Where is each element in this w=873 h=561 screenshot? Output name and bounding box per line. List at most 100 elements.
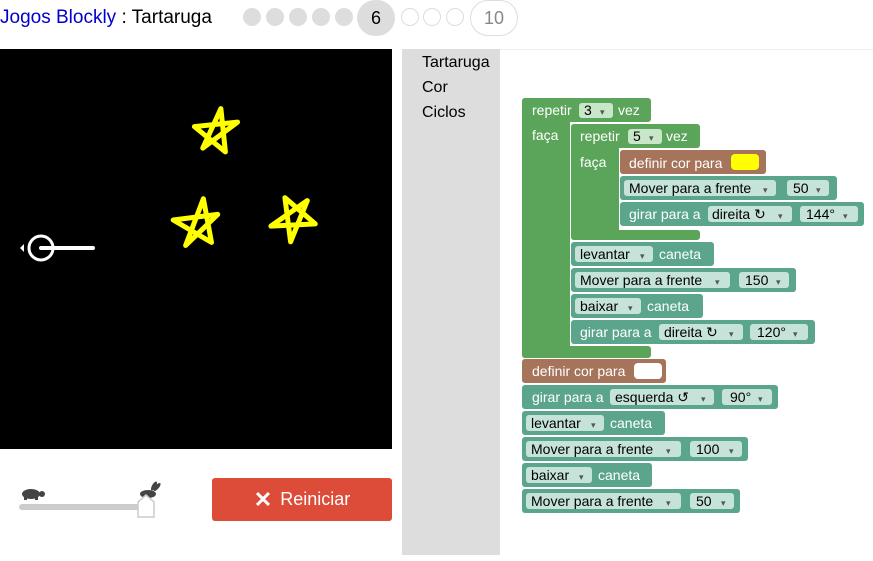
svg-text:▾: ▾ [640, 251, 645, 261]
inner-repeat-do: faça [580, 154, 607, 170]
svg-text:▾: ▾ [649, 133, 654, 143]
svg-text:▾: ▾ [776, 277, 781, 287]
move-distance: 50 [696, 493, 712, 509]
outer-repeat-times: vez [618, 102, 640, 118]
close-icon: ✕ [253, 486, 273, 512]
move-forward-block[interactable]: Mover para a frente ▾ 50 ▾ [522, 489, 740, 513]
set-color-block[interactable]: definir cor para [522, 359, 666, 383]
star-shape [191, 106, 241, 155]
svg-text:▾: ▾ [666, 498, 671, 508]
level-7-dot[interactable] [401, 8, 419, 26]
level-4-dot[interactable] [312, 8, 330, 26]
level-8-dot[interactable] [423, 8, 441, 26]
pen-up-block[interactable]: levantar ▾ caneta [522, 411, 665, 435]
svg-text:▾: ▾ [758, 394, 763, 404]
pen-up-suffix: caneta [659, 246, 701, 262]
turn-label: girar para a [580, 324, 652, 340]
turtle-canvas [0, 49, 392, 449]
svg-text:▾: ▾ [666, 446, 671, 456]
toolbox-category-turtle[interactable]: Tartaruga [422, 54, 490, 72]
speed-slider[interactable] [0, 449, 180, 529]
outer-repeat-do: faça [532, 127, 559, 143]
set-color-block[interactable]: definir cor para [620, 150, 766, 174]
pen-down-suffix: caneta [647, 298, 689, 314]
color-swatch-white[interactable] [634, 363, 662, 379]
svg-text:▾: ▾ [729, 446, 734, 456]
pen-down-block[interactable]: baixar ▾ caneta [522, 463, 652, 487]
level-last[interactable]: 10 [470, 0, 518, 36]
move-forward-block[interactable]: Mover para a frente ▾ 150 ▾ [571, 268, 796, 292]
svg-text:▾: ▾ [591, 420, 596, 430]
move-distance: 150 [745, 272, 769, 288]
level-3-dot[interactable] [289, 8, 307, 26]
svg-text:▾: ▾ [715, 277, 720, 287]
turn-angle: 120° [757, 324, 786, 340]
level-2-dot[interactable] [266, 8, 284, 26]
pen-up-suffix: caneta [610, 415, 652, 431]
svg-text:▾: ▾ [579, 472, 584, 482]
turn-angle: 90° [730, 389, 751, 405]
svg-text:▾: ▾ [763, 185, 768, 195]
outer-repeat-label: repetir [532, 102, 572, 118]
reset-button[interactable]: ✕ Reiniciar [212, 478, 392, 521]
move-forward-block[interactable]: Mover para a frente ▾ 50 ▾ [620, 176, 837, 200]
level-1-dot[interactable] [243, 8, 261, 26]
toolbox: Tartaruga Cor Ciclos [402, 49, 500, 555]
turn-direction: esquerda ↺ [615, 389, 689, 405]
pen-down-label: baixar [580, 298, 618, 314]
move-label: Mover para a frente [580, 272, 702, 288]
pen-down-block[interactable]: baixar ▾ caneta [571, 294, 703, 318]
svg-text:▾: ▾ [600, 107, 605, 117]
inner-repeat-times: vez [666, 128, 688, 144]
toolbox-category-loops[interactable]: Ciclos [422, 104, 466, 122]
set-color-label: definir cor para [532, 363, 626, 379]
level-9-dot[interactable] [446, 8, 464, 26]
move-forward-block[interactable]: Mover para a frente ▾ 100 ▾ [522, 437, 748, 461]
outer-repeat-count: 3 [584, 102, 592, 118]
page-title: Jogos Blockly : Tartaruga [0, 7, 212, 29]
move-label: Mover para a frente [531, 493, 653, 509]
inner-repeat-label: repetir [580, 128, 620, 144]
header: Jogos Blockly : Tartaruga 6 10 [0, 0, 873, 38]
pen-up-label: levantar [531, 415, 581, 431]
svg-text:▾: ▾ [778, 211, 783, 221]
svg-text:▾: ▾ [729, 329, 734, 339]
turn-block[interactable]: girar para a direita ↻ ▾ 144° ▾ [620, 202, 864, 226]
toolbox-category-color[interactable]: Cor [422, 79, 448, 97]
turn-direction: direita ↻ [664, 324, 718, 340]
color-swatch-yellow[interactable] [731, 154, 759, 170]
reset-label: Reiniciar [280, 489, 351, 509]
svg-text:▾: ▾ [628, 303, 633, 313]
turtle-icon [20, 234, 95, 262]
svg-text:▾: ▾ [793, 329, 798, 339]
slider-handle [137, 494, 155, 518]
star-shape [268, 195, 318, 245]
app-link[interactable]: Jogos Blockly [0, 7, 116, 28]
turn-block[interactable]: girar para a esquerda ↺ ▾ 90° ▾ [522, 385, 778, 409]
move-distance: 100 [696, 441, 720, 457]
pen-up-block[interactable]: levantar ▾ caneta [571, 242, 714, 266]
slow-turtle-icon [22, 489, 45, 500]
pen-down-label: baixar [531, 467, 569, 483]
turn-block[interactable]: girar para a direita ↻ ▾ 120° ▾ [571, 320, 815, 344]
svg-text:▾: ▾ [816, 185, 821, 195]
star-shape [170, 196, 221, 248]
pen-up-label: levantar [580, 246, 630, 262]
set-color-label: definir cor para [629, 155, 723, 171]
level-5-dot[interactable] [335, 8, 353, 26]
controls-panel: ✕ Reiniciar [0, 449, 400, 555]
block-workspace[interactable]: repetir 3 ▾ vez faça repetir 5 ▾ vez faç… [500, 49, 873, 555]
turn-direction: direita ↻ [712, 206, 766, 222]
title-separator: : [116, 7, 132, 28]
turn-label: girar para a [532, 389, 604, 405]
move-label: Mover para a frente [629, 180, 751, 196]
turn-label: girar para a [629, 206, 701, 222]
pen-down-suffix: caneta [598, 467, 640, 483]
turn-angle: 144° [806, 206, 835, 222]
move-distance: 50 [793, 180, 809, 196]
svg-text:▾: ▾ [721, 498, 726, 508]
level-current[interactable]: 6 [357, 0, 395, 36]
move-label: Mover para a frente [531, 441, 653, 457]
svg-text:▾: ▾ [701, 394, 706, 404]
game-name: Tartaruga [131, 7, 212, 28]
